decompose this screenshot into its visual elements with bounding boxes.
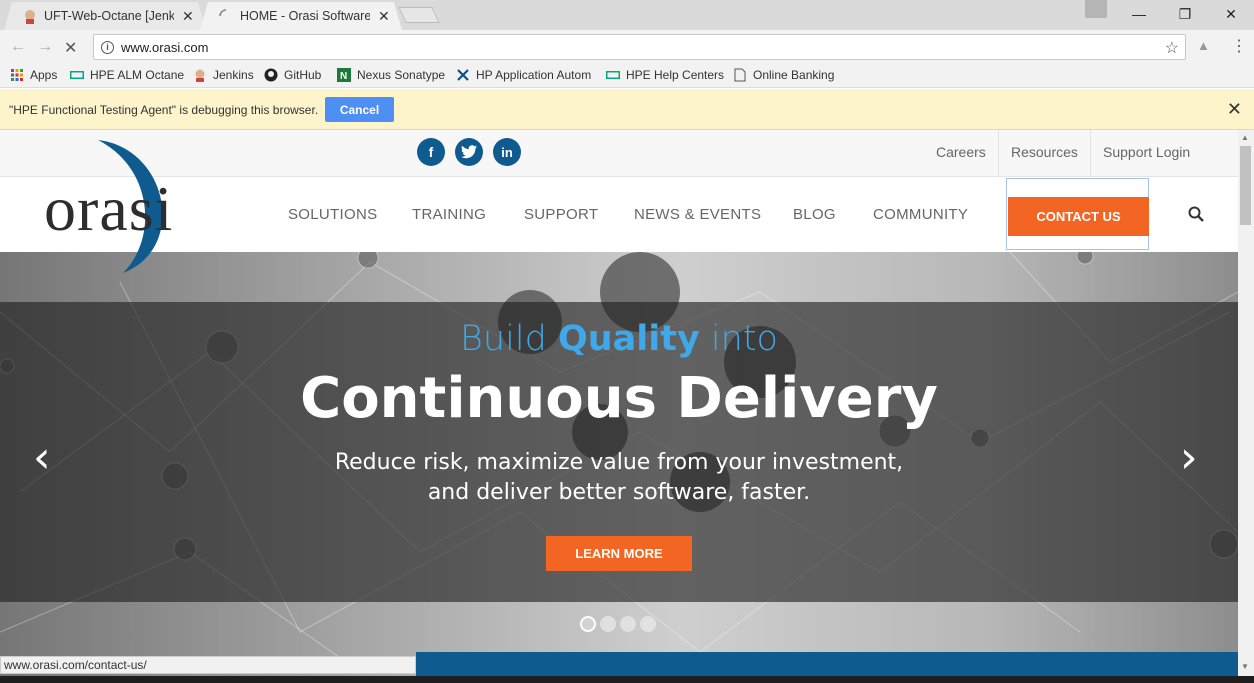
tab-title: HOME - Orasi Software, I <box>240 9 370 23</box>
bookmark-nexus-sonatype[interactable]: N Nexus Sonatype <box>337 68 445 82</box>
logo-wordmark: orasi <box>44 173 174 244</box>
contact-us-button[interactable]: CONTACT US <box>1008 197 1149 236</box>
subtitle-line: Reduce risk, maximize value from your in… <box>334 450 904 475</box>
nav-support[interactable]: SUPPORT <box>524 206 598 223</box>
close-icon[interactable]: ✕ <box>1227 99 1242 120</box>
nav-blog[interactable]: BLOG <box>793 206 836 223</box>
back-icon[interactable]: ← <box>10 38 26 56</box>
bookmark-label: HPE ALM Octane <box>90 68 185 82</box>
carousel-next-icon[interactable]: › <box>1180 432 1198 483</box>
hpe-icon <box>70 68 84 82</box>
tab-title: UFT-Web-Octane [Jenkin <box>44 9 174 23</box>
minimize-icon[interactable]: — <box>1116 0 1162 28</box>
carousel-dot[interactable] <box>620 616 636 632</box>
profile-icon[interactable] <box>1085 0 1107 18</box>
taskbar <box>0 676 1254 683</box>
kicker-text: Build <box>460 319 558 359</box>
nav-community[interactable]: COMMUNITY <box>873 206 968 223</box>
resources-link[interactable]: Resources <box>1011 144 1078 160</box>
carousel-dot[interactable] <box>580 616 596 632</box>
page-scrollbar[interactable]: ▲ ▼ <box>1238 130 1254 676</box>
bookmark-label: Apps <box>30 68 58 82</box>
bookmark-jenkins[interactable]: Jenkins <box>193 68 254 82</box>
debug-message: "HPE Functional Testing Agent" is debugg… <box>9 103 319 117</box>
browser-tab-orasi[interactable]: HOME - Orasi Software, I ✕ <box>200 2 402 30</box>
apps-grid-icon <box>10 68 24 82</box>
nav-training[interactable]: TRAINING <box>412 206 486 223</box>
page-viewport: f in Careers Resources Support Login SOL… <box>0 130 1238 676</box>
scroll-down-icon[interactable]: ▼ <box>1241 662 1249 671</box>
close-icon[interactable]: ✕ <box>378 8 390 25</box>
learn-more-button[interactable]: LEARN MORE <box>546 536 692 571</box>
hero-subtitle: Reduce risk, maximize value from your in… <box>0 448 1238 508</box>
jenkins-icon <box>22 8 38 24</box>
url-text[interactable]: www.orasi.com <box>121 40 208 55</box>
debugging-infobar: "HPE Functional Testing Agent" is debugg… <box>0 89 1254 130</box>
page-icon <box>733 68 747 82</box>
carousel-dot[interactable] <box>600 616 616 632</box>
github-icon <box>264 68 278 82</box>
bookmark-hpe-help-centers[interactable]: HPE Help Centers <box>606 68 724 82</box>
cancel-button[interactable]: Cancel <box>325 97 394 122</box>
footer-strip <box>416 652 1238 676</box>
linkedin-icon[interactable]: in <box>493 138 521 166</box>
bookmark-label: HP Application Autom <box>476 68 592 82</box>
bookmark-hpe-alm-octane[interactable]: HPE ALM Octane <box>70 68 184 82</box>
bookmark-label: GitHub <box>284 68 322 82</box>
kicker-text: into <box>699 319 778 359</box>
svg-text:N: N <box>340 71 347 82</box>
forward-icon[interactable]: → <box>37 38 53 56</box>
bookmark-github[interactable]: GitHub <box>264 68 321 82</box>
divider <box>998 130 999 177</box>
bookmark-label: HPE Help Centers <box>626 68 725 82</box>
close-icon[interactable]: ✕ <box>182 8 194 25</box>
carousel-dots <box>580 616 656 632</box>
hero-carousel: Build Quality into Continuous Delivery R… <box>0 252 1238 676</box>
kicker-emphasis: Quality <box>557 319 700 359</box>
search-icon[interactable] <box>1188 206 1204 222</box>
bookmark-online-banking[interactable]: Online Banking <box>733 68 834 82</box>
bookmark-apps[interactable]: Apps <box>10 68 57 82</box>
browser-tab-jenkins[interactable]: UFT-Web-Octane [Jenkin ✕ <box>4 2 206 30</box>
bookmark-label: Nexus Sonatype <box>357 68 446 82</box>
menu-icon[interactable]: ⋮ <box>1231 36 1247 56</box>
hero-kicker: Build Quality into <box>0 319 1238 359</box>
info-icon[interactable]: i <box>101 40 114 54</box>
twitter-icon[interactable] <box>455 138 483 166</box>
stop-icon[interactable]: ✕ <box>64 38 77 58</box>
restore-icon[interactable]: ❐ <box>1162 0 1208 28</box>
bookmarks-bar: Apps HPE ALM Octane Jenkins GitHub N Nex… <box>0 64 1254 88</box>
close-window-icon[interactable]: ✕ <box>1208 0 1254 28</box>
browser-tab-strip: UFT-Web-Octane [Jenkin ✕ HOME - Orasi So… <box>0 0 1254 30</box>
new-tab-button[interactable] <box>398 7 440 23</box>
careers-link[interactable]: Careers <box>936 144 986 160</box>
carousel-dot[interactable] <box>640 616 656 632</box>
bookmark-hp-application[interactable]: HP Application Autom <box>456 68 594 82</box>
status-bubble: www.orasi.com/contact-us/ <box>0 656 416 674</box>
browser-toolbar: ← → ✕ i www.orasi.com ☆ <box>0 30 1254 64</box>
support-login-link[interactable]: Support Login <box>1103 144 1190 160</box>
nav-news-events[interactable]: NEWS & EVENTS <box>634 206 761 223</box>
bookmark-label: Online Banking <box>753 68 835 82</box>
hero-title: Continuous Delivery <box>300 366 938 431</box>
nav-solutions[interactable]: SOLUTIONS <box>288 206 377 223</box>
carousel-prev-icon[interactable]: ‹ <box>33 432 51 483</box>
window-controls: — ❐ ✕ <box>1116 0 1254 28</box>
subtitle-line: and deliver better software, faster. <box>427 480 811 505</box>
nexus-icon: N <box>337 68 351 82</box>
address-bar[interactable]: i www.orasi.com ☆ <box>93 34 1186 60</box>
hpe-icon <box>606 68 620 82</box>
divider <box>1090 130 1091 177</box>
facebook-icon[interactable]: f <box>417 138 445 166</box>
bookmark-label: Jenkins <box>213 68 254 82</box>
loading-spinner-icon <box>218 8 234 24</box>
scroll-up-icon[interactable]: ▲ <box>1241 133 1249 142</box>
hp-tools-icon <box>456 68 470 82</box>
extension-icon[interactable]: ▲ <box>1197 38 1210 53</box>
jenkins-icon <box>193 68 207 82</box>
bookmark-star-icon[interactable]: ☆ <box>1165 38 1179 58</box>
scroll-thumb[interactable] <box>1240 146 1251 225</box>
